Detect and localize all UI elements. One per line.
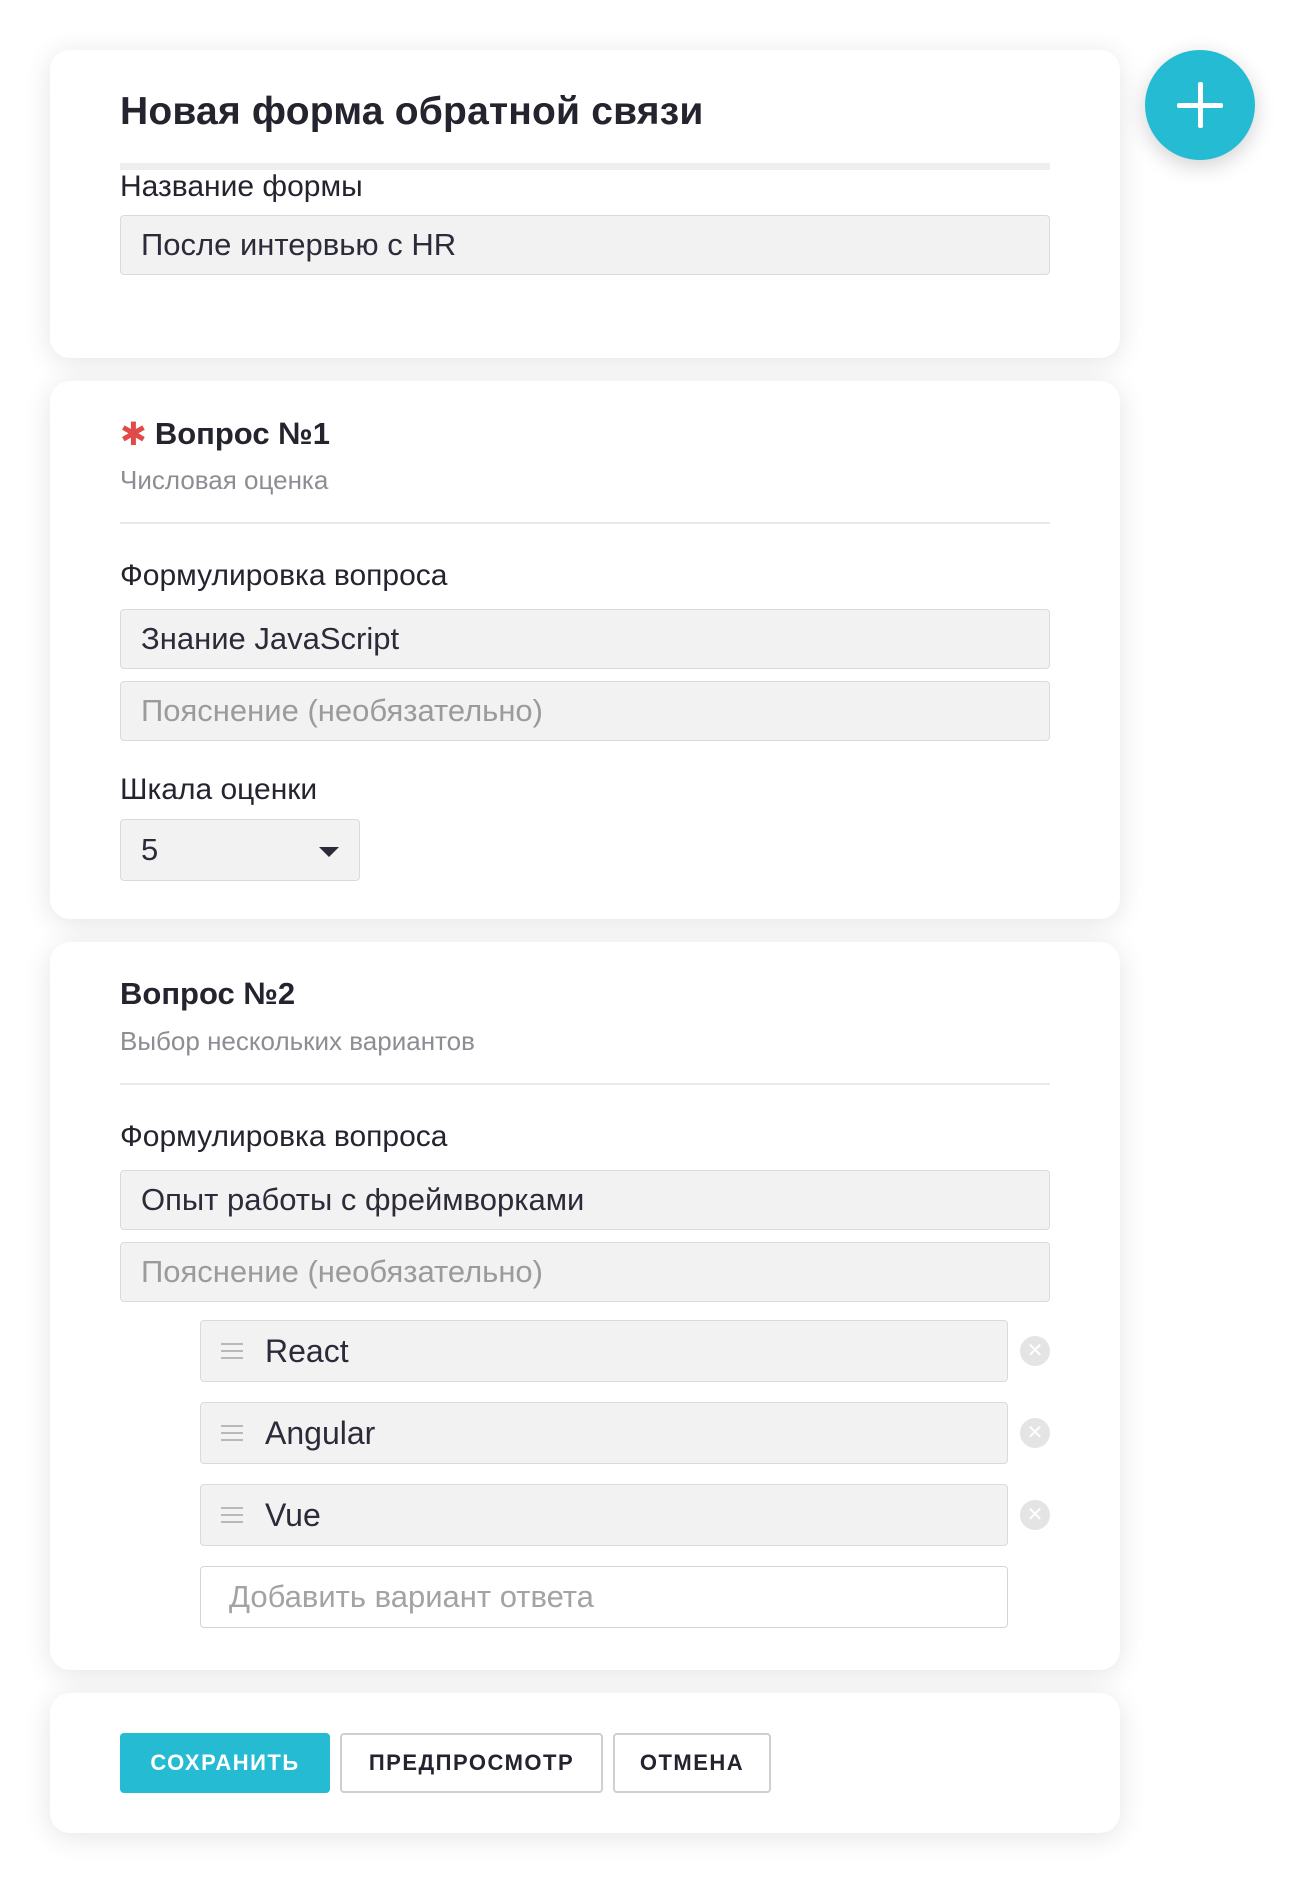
close-icon[interactable]: ✕ xyxy=(1020,1500,1050,1530)
question-title-text: Вопрос №2 xyxy=(120,976,296,1011)
question-card-1: ✱ Вопрос №1 Числовая оценка Формулировка… xyxy=(50,381,1120,919)
answer-option: React ✕ xyxy=(200,1320,1050,1382)
scale-select-value: 5 xyxy=(141,832,159,867)
question-type: Выбор нескольких вариантов xyxy=(120,1026,475,1056)
question-title: Вопрос №2 xyxy=(120,976,295,1012)
add-option-input[interactable] xyxy=(200,1566,1008,1628)
drag-handle-icon[interactable] xyxy=(221,1507,243,1523)
chevron-down-icon xyxy=(319,847,339,857)
question-divider xyxy=(120,522,1050,524)
scale-select[interactable]: 5 xyxy=(120,819,360,881)
close-icon[interactable]: ✕ xyxy=(1020,1336,1050,1366)
question-wording-input[interactable] xyxy=(120,609,1050,669)
question-title: ✱ Вопрос №1 xyxy=(120,415,330,453)
answer-option: Angular ✕ xyxy=(200,1402,1050,1464)
answer-option-field[interactable]: Vue xyxy=(200,1484,1008,1546)
question-type: Числовая оценка xyxy=(120,465,329,495)
scale-label: Шкала оценки xyxy=(120,773,318,806)
drag-handle-icon[interactable] xyxy=(221,1343,243,1359)
answer-option-field[interactable]: React xyxy=(200,1320,1008,1382)
question-title-text: Вопрос №1 xyxy=(154,416,330,451)
actions-card: СОХРАНИТЬ ПРЕДПРОСМОТР ОТМЕНА xyxy=(50,1693,1120,1833)
question-wording-label: Формулировка вопроса xyxy=(120,1120,448,1153)
question-card-2: Вопрос №2 Выбор нескольких вариантов Фор… xyxy=(50,942,1120,1670)
answer-option-label: React xyxy=(265,1332,349,1369)
form-name-input[interactable] xyxy=(120,215,1050,275)
answer-option: Vue ✕ xyxy=(200,1484,1050,1546)
cancel-button[interactable]: ОТМЕНА xyxy=(613,1733,771,1793)
asterisk-icon: ✱ xyxy=(120,416,147,452)
question-wording-input[interactable] xyxy=(120,1170,1050,1230)
title-divider xyxy=(120,163,1050,170)
question-hint-input[interactable] xyxy=(120,681,1050,741)
form-header-card: Новая форма обратной связи Название форм… xyxy=(50,50,1120,358)
answer-option-label: Vue xyxy=(265,1496,321,1533)
save-button[interactable]: СОХРАНИТЬ xyxy=(120,1733,330,1793)
close-icon[interactable]: ✕ xyxy=(1020,1418,1050,1448)
form-name-label: Название формы xyxy=(120,170,363,203)
answer-option-label: Angular xyxy=(265,1414,376,1451)
question-divider xyxy=(120,1083,1050,1085)
answer-option-field[interactable]: Angular xyxy=(200,1402,1008,1464)
add-question-button[interactable] xyxy=(1145,50,1255,160)
page-title: Новая форма обратной связи xyxy=(120,90,704,133)
question-wording-label: Формулировка вопроса xyxy=(120,559,448,592)
drag-handle-icon[interactable] xyxy=(221,1425,243,1441)
question-hint-input[interactable] xyxy=(120,1242,1050,1302)
preview-button[interactable]: ПРЕДПРОСМОТР xyxy=(340,1733,603,1793)
